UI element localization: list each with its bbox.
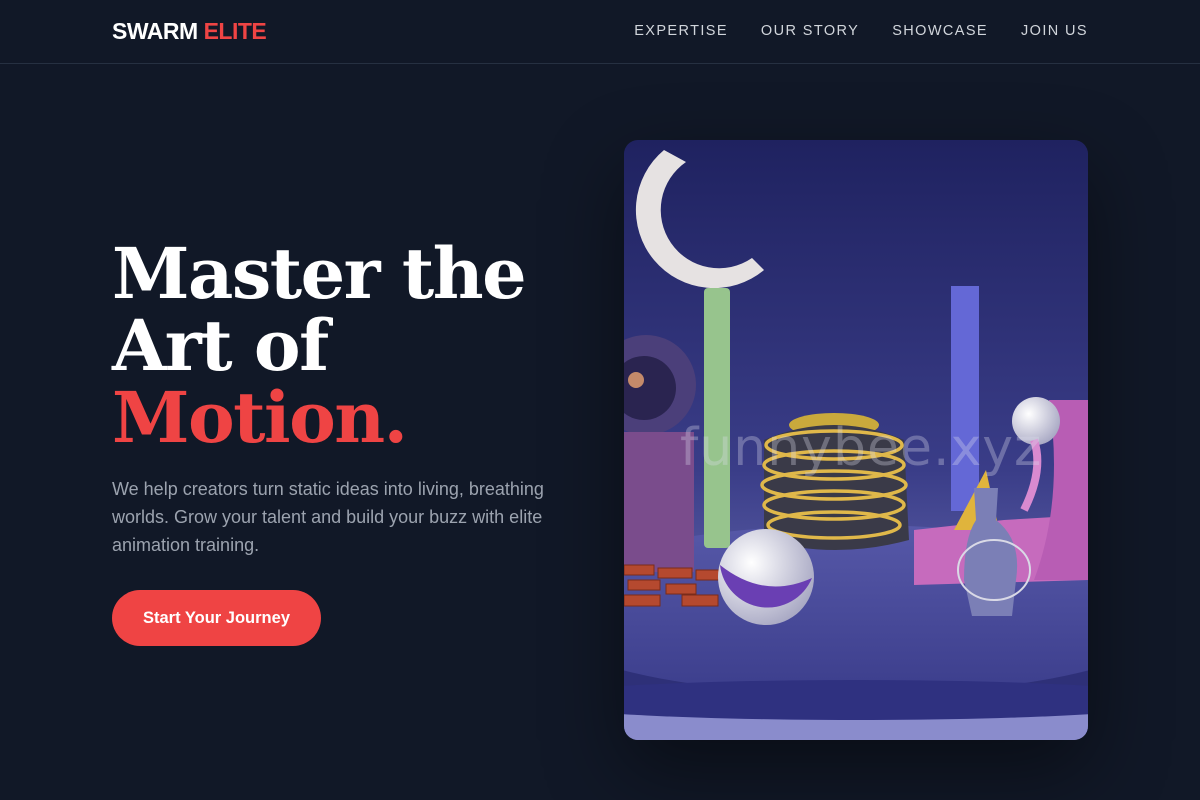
- logo-accent-text: ELITE: [203, 18, 267, 44]
- nav-menu: EXPERTISE OUR STORY SHOWCASE JOIN US: [634, 23, 1088, 39]
- start-journey-button[interactable]: Start Your Journey: [112, 590, 321, 646]
- hero-title-line-3: Motion.: [112, 376, 408, 459]
- nav-link-expertise[interactable]: EXPERTISE: [634, 23, 728, 39]
- hero-title-line-2: Art of: [112, 304, 329, 387]
- nav-link-showcase[interactable]: SHOWCASE: [892, 23, 988, 39]
- 3d-scene-illustration: [624, 140, 1088, 740]
- hero-illustration: [624, 140, 1088, 740]
- hero-title-line-1: Master the: [112, 232, 527, 315]
- hero-title: Master the Art of Motion.: [112, 232, 527, 459]
- logo-main-text: SWARM: [112, 18, 198, 44]
- top-navbar: SWARM ELITE EXPERTISE OUR STORY SHOWCASE…: [0, 0, 1200, 64]
- hero-description: We help creators turn static ideas into …: [112, 479, 544, 555]
- nav-link-our-story[interactable]: OUR STORY: [761, 23, 859, 39]
- nav-link-join-us[interactable]: JOIN US: [1021, 23, 1088, 39]
- brand-logo[interactable]: SWARM ELITE: [112, 18, 267, 45]
